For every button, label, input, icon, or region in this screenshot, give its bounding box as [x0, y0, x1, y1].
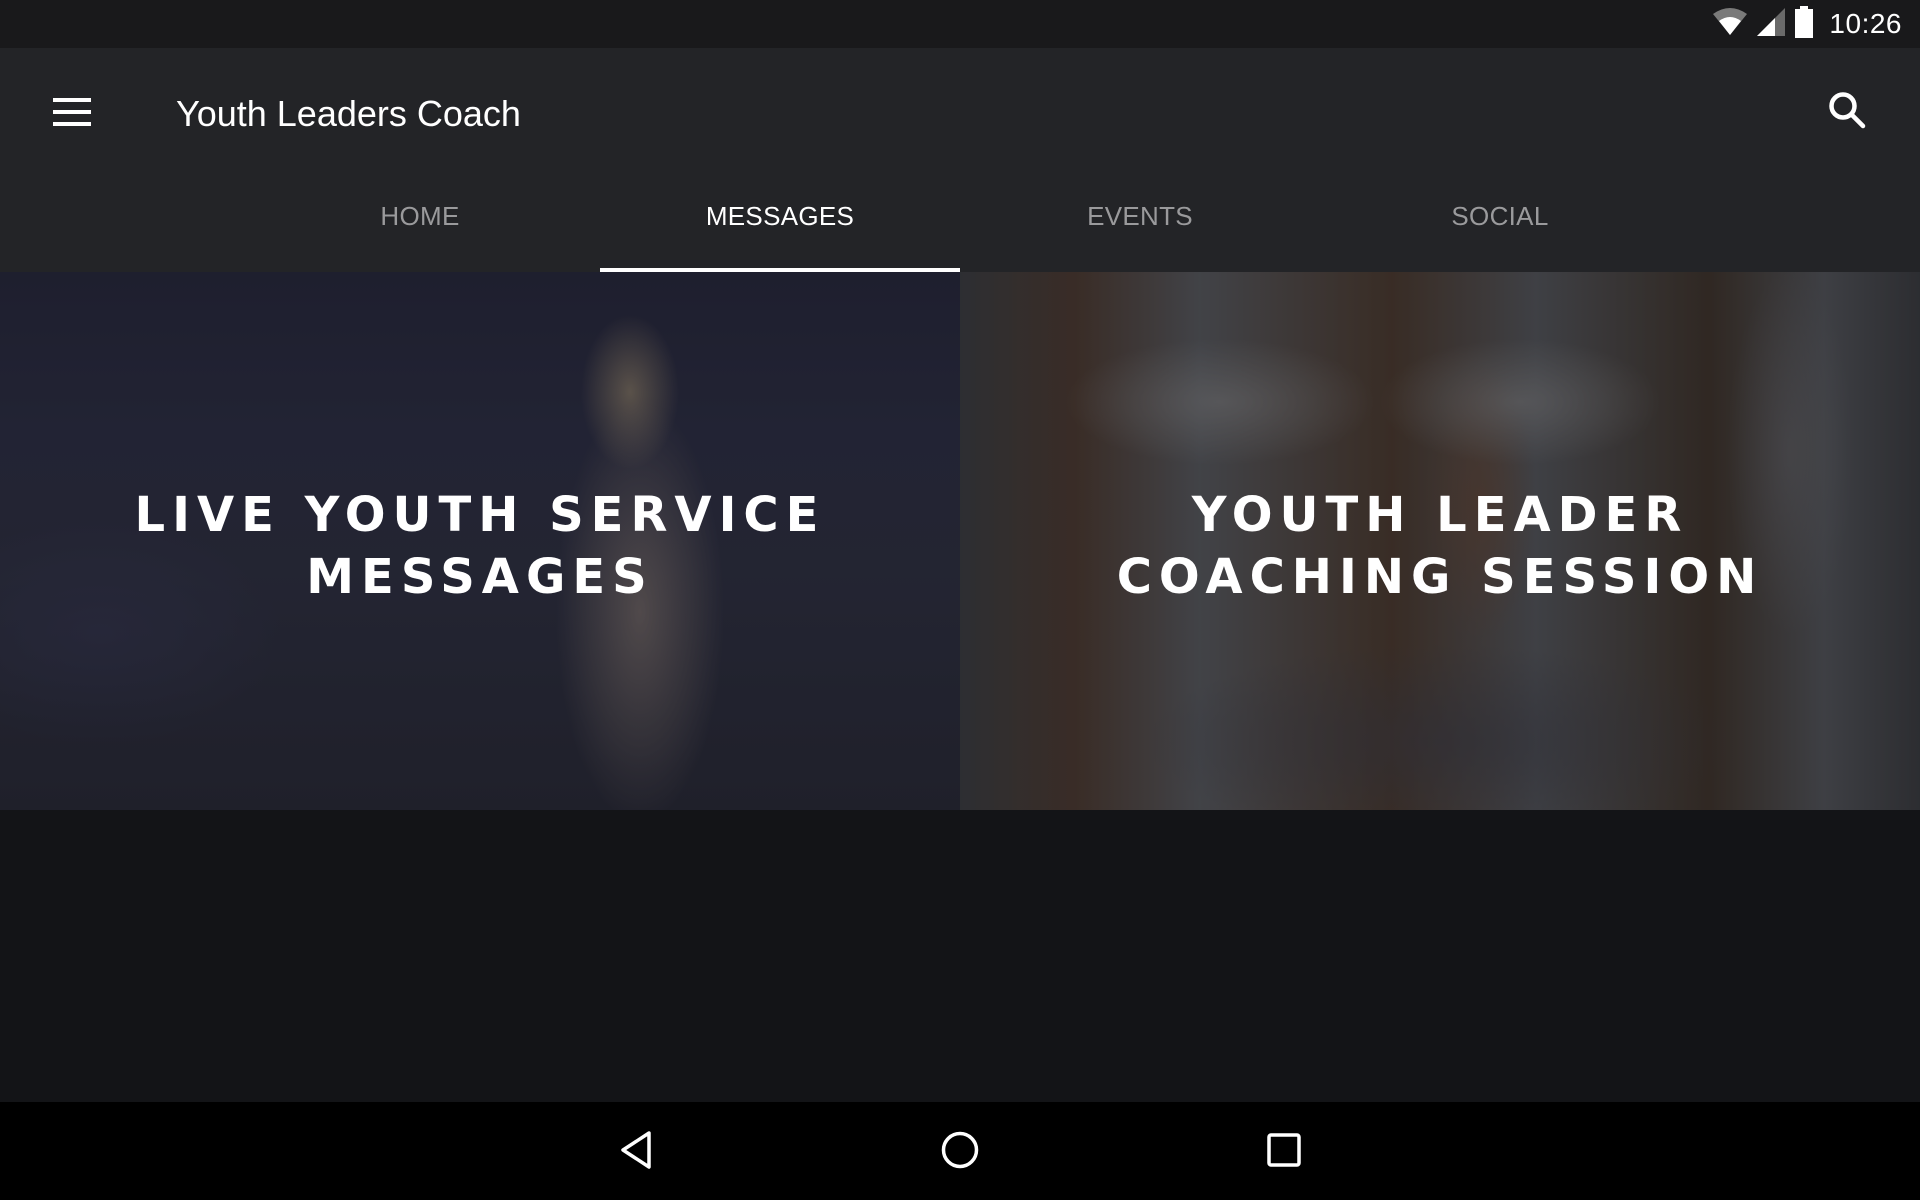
tab-bar: HOME MESSAGES EVENTS SOCIAL [240, 172, 1680, 272]
tile-title-line2: COACHING SESSION [1116, 549, 1764, 605]
cell-signal-icon [1757, 7, 1786, 41]
home-button[interactable] [905, 1120, 1015, 1184]
tile-youth-leader-coaching-session[interactable]: YOUTH LEADER COACHING SESSION [960, 272, 1920, 810]
tab-social-label: SOCIAL [1451, 200, 1549, 231]
search-button[interactable] [1815, 80, 1879, 144]
tile-title-line1: YOUTH LEADER [1191, 487, 1689, 543]
tile-title-line2: MESSAGES [306, 549, 654, 605]
content-empty-area [0, 810, 1920, 1102]
hamburger-menu-icon [53, 97, 91, 131]
tab-events[interactable]: EVENTS [960, 172, 1320, 272]
wifi-icon [1713, 7, 1748, 41]
tab-social[interactable]: SOCIAL [1320, 172, 1680, 272]
status-icons: 10:26 [1713, 0, 1902, 48]
tab-messages[interactable]: MESSAGES [600, 172, 960, 272]
battery-icon [1795, 5, 1814, 43]
home-icon [940, 1130, 980, 1175]
tile-title: LIVE YOUTH SERVICE MESSAGES [0, 484, 960, 608]
tile-live-youth-service-messages[interactable]: LIVE YOUTH SERVICE MESSAGES [0, 272, 960, 810]
tab-messages-label: MESSAGES [705, 200, 855, 231]
recents-button[interactable] [1229, 1120, 1339, 1184]
system-nav-bar [0, 1102, 1920, 1200]
menu-button[interactable] [36, 88, 108, 140]
tab-home[interactable]: HOME [240, 172, 600, 272]
tile-title-line1: LIVE YOUTH SERVICE [134, 487, 826, 543]
app-title: Youth Leaders Coach [176, 93, 521, 134]
tab-home-label: HOME [380, 200, 460, 231]
message-tiles: LIVE YOUTH SERVICE MESSAGES YOUTH LEADER… [0, 272, 1920, 810]
back-icon [619, 1130, 653, 1175]
search-icon [1828, 91, 1866, 134]
back-button[interactable] [581, 1120, 691, 1184]
tab-events-label: EVENTS [1087, 200, 1193, 231]
tile-title: YOUTH LEADER COACHING SESSION [960, 484, 1920, 608]
recents-icon [1266, 1132, 1302, 1173]
status-bar: 10:26 [0, 0, 1920, 48]
status-time: 10:26 [1829, 8, 1902, 39]
app-bar: Youth Leaders Coach HOME MESSAGES EVENTS… [0, 48, 1920, 272]
